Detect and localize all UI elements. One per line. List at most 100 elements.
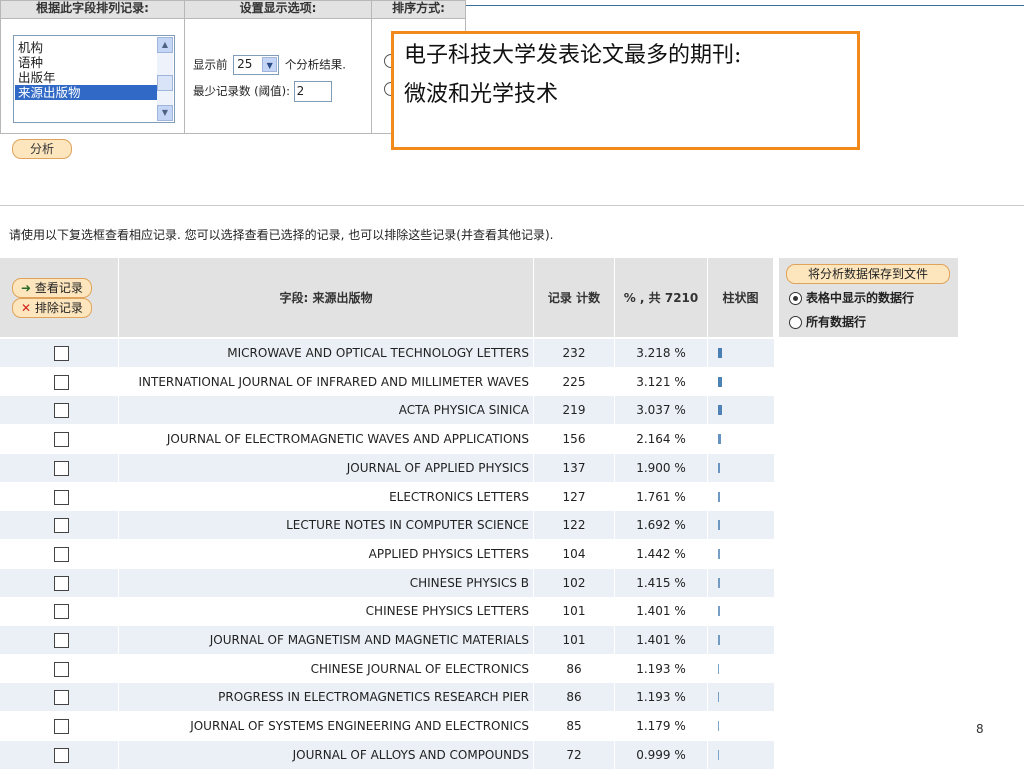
- listbox-option[interactable]: 语种: [15, 55, 160, 70]
- show-suffix-label: 个分析结果.: [284, 57, 346, 72]
- bar-cell: [708, 425, 774, 453]
- bar-cell: [708, 368, 774, 396]
- record-percent: 1.900 %: [615, 453, 707, 482]
- row-checkbox[interactable]: [54, 690, 69, 706]
- record-percent: 3.037 %: [615, 396, 707, 425]
- table-row: CHINESE JOURNAL OF ELECTRONICS 86 1.193 %: [0, 655, 774, 683]
- source-name: ACTA PHYSICA SINICA: [119, 396, 533, 425]
- row-checkbox[interactable]: [54, 546, 69, 562]
- count-column-header: 记录 计数: [534, 258, 615, 337]
- table-row: ACTA PHYSICA SINICA 219 3.037 %: [0, 396, 774, 425]
- select-cell: [0, 483, 118, 511]
- count-bar: [718, 434, 721, 445]
- bar-cell: [708, 396, 774, 425]
- record-count: 101: [534, 626, 614, 654]
- top-divider-line: [465, 5, 1024, 6]
- record-percent: 1.442 %: [636, 546, 686, 561]
- option-visible-rows[interactable]: 表格中显示的数据行: [789, 289, 914, 306]
- count-bar: [718, 721, 719, 732]
- table-row: CHINESE PHYSICS LETTERS 101 1.401 %: [0, 597, 774, 625]
- record-percent: 1.193 %: [615, 683, 707, 712]
- count-bar: [718, 520, 720, 531]
- listbox-option-selected[interactable]: 来源出版物: [15, 85, 160, 100]
- record-count: 86: [534, 683, 614, 712]
- count-bar: [718, 548, 720, 559]
- count-bar: [718, 606, 720, 617]
- count-bar: [718, 749, 719, 760]
- row-checkbox[interactable]: [54, 661, 69, 677]
- record-count: 156: [562, 432, 586, 447]
- row-checkbox[interactable]: [54, 432, 69, 448]
- source-name: JOURNAL OF ELECTROMAGNETIC WAVES AND APP…: [166, 432, 529, 447]
- row-checkbox[interactable]: [54, 747, 69, 763]
- select-cell: [0, 597, 118, 625]
- view-records-button[interactable]: ➜ 查看记录: [12, 278, 92, 298]
- save-to-file-button[interactable]: 将分析数据保存到文件: [786, 264, 950, 284]
- bar-cell: [708, 483, 774, 511]
- record-count: 225: [562, 374, 586, 389]
- option-visible-label: 表格中显示的数据行: [806, 291, 915, 305]
- scroll-thumb[interactable]: [157, 75, 173, 91]
- record-percent: 1.401 %: [636, 604, 686, 619]
- min-records-row: 最少记录数 (阈值): 2: [193, 81, 332, 102]
- row-checkbox[interactable]: [54, 403, 69, 419]
- row-checkbox[interactable]: [54, 518, 69, 534]
- row-checkbox[interactable]: [54, 489, 69, 505]
- row-checkbox[interactable]: [54, 604, 69, 620]
- record-percent: 1.401 %: [615, 626, 707, 654]
- row-checkbox[interactable]: [54, 346, 69, 361]
- chevron-down-icon[interactable]: ▼: [262, 57, 278, 72]
- bar-cell: [708, 712, 774, 740]
- select-cell: [0, 740, 118, 769]
- callout-title: 电子科技大学发表论文最多的期刊:: [404, 43, 742, 68]
- count-bar: [718, 405, 722, 416]
- record-count: 232: [534, 339, 614, 367]
- scroll-down-icon[interactable]: ▼: [157, 105, 173, 121]
- show-count-select[interactable]: 25 ▼: [233, 55, 280, 75]
- count-bar: [718, 692, 719, 703]
- scroll-up-icon[interactable]: ▲: [157, 37, 173, 53]
- row-checkbox[interactable]: [54, 374, 69, 390]
- listbox-option[interactable]: 机构: [15, 40, 160, 55]
- listbox-option[interactable]: 出版年: [15, 70, 160, 85]
- radio-selected-icon[interactable]: [789, 292, 802, 305]
- row-checkbox[interactable]: [54, 575, 69, 591]
- count-bar: [718, 491, 720, 502]
- table-row: ELECTRONICS LETTERS 127 1.761 %: [0, 483, 774, 511]
- source-name: JOURNAL OF SYSTEMS ENGINEERING AND ELECT…: [190, 719, 529, 734]
- record-count: 104: [562, 546, 586, 561]
- source-name: MICROWAVE AND OPTICAL TECHNOLOGY LETTERS: [119, 339, 533, 367]
- row-checkbox[interactable]: [54, 460, 69, 476]
- show-prefix-label: 显示前: [193, 57, 228, 72]
- exclude-records-button[interactable]: ✕ 排除记录: [12, 298, 92, 318]
- save-data-panel: 将分析数据保存到文件 表格中显示的数据行 所有数据行: [779, 258, 958, 337]
- count-bar: [718, 376, 722, 387]
- select-cell: [0, 511, 118, 540]
- listbox-scrollbar[interactable]: ▲ ▼: [157, 37, 173, 121]
- row-checkbox[interactable]: [54, 633, 69, 648]
- display-options-header: 设置显示选项:: [185, 1, 371, 19]
- page-number: 8: [976, 722, 984, 736]
- section-divider: [0, 205, 1024, 206]
- select-cell: [0, 712, 118, 740]
- record-count: 102: [534, 568, 614, 597]
- radio-icon[interactable]: [789, 316, 802, 329]
- source-name: LECTURE NOTES IN COMPUTER SCIENCE: [119, 511, 533, 540]
- count-bar: [718, 348, 722, 358]
- instructions-text: 请使用以下复选框查看相应记录. 您可以选择查看已选择的记录, 也可以排除这些记录…: [9, 228, 554, 242]
- record-percent: 3.121 %: [636, 374, 686, 389]
- count-bar: [718, 577, 720, 588]
- sort-field-listbox[interactable]: 机构 语种 出版年 来源出版物 ▲ ▼: [13, 35, 175, 123]
- source-name: CHINESE JOURNAL OF ELECTRONICS: [310, 661, 529, 676]
- row-checkbox[interactable]: [54, 719, 69, 735]
- display-options-panel: 设置显示选项: 显示前 25 ▼ 个分析结果. 最少记录数 (阈值): 2: [184, 0, 372, 134]
- min-records-input[interactable]: 2: [293, 81, 332, 102]
- table-row: JOURNAL OF ELECTROMAGNETIC WAVES AND APP…: [0, 425, 774, 453]
- sort-order-header: 排序方式:: [372, 1, 465, 19]
- record-percent: 1.692 %: [615, 511, 707, 540]
- select-cell: [0, 339, 118, 367]
- record-count: 219: [534, 396, 614, 425]
- record-percent: 3.218 %: [615, 339, 707, 367]
- analyze-button[interactable]: 分析: [12, 139, 72, 159]
- option-all-rows[interactable]: 所有数据行: [789, 313, 866, 330]
